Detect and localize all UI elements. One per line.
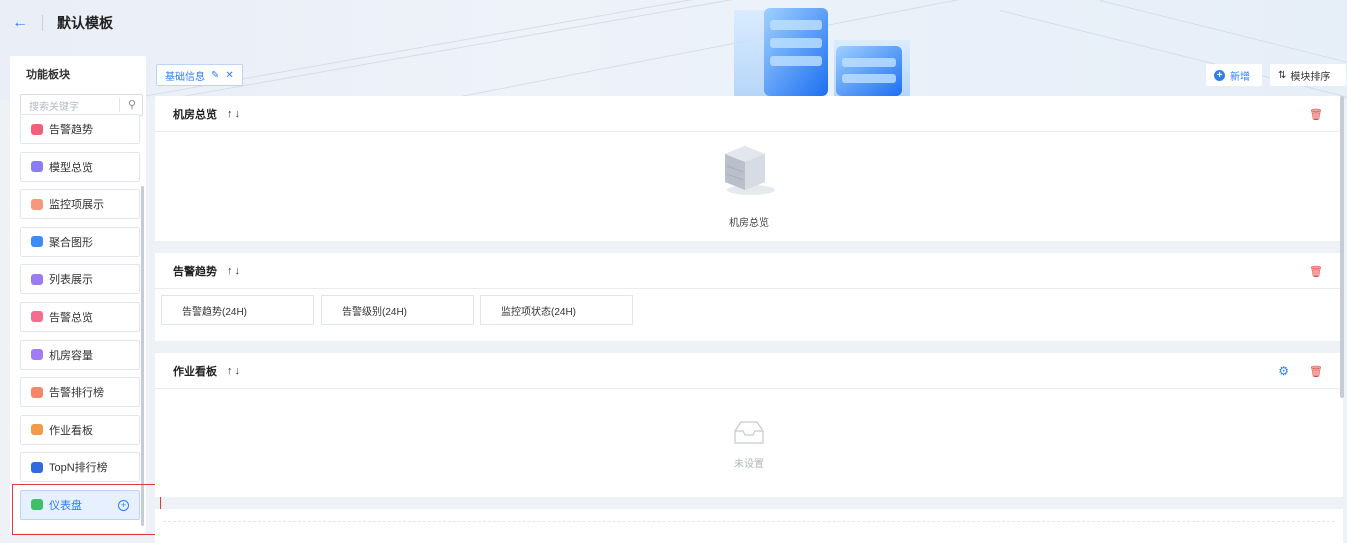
module-icon <box>31 386 43 398</box>
search-icon[interactable]: ⚲ <box>128 98 136 111</box>
module-label: 列表展示 <box>49 274 93 287</box>
module-list-scrollbar[interactable] <box>141 186 144 526</box>
move-arrows-icon[interactable]: ↑↓ <box>227 108 242 120</box>
module-panel: 功能板块 搜索关键字 ⚲ 告警趋势模型总览监控项展示聚合图形列表展示告警总览机房… <box>10 56 146 533</box>
module-item[interactable]: 机房容量 <box>20 339 140 370</box>
sort-button-label: 模块排序 <box>1290 71 1331 83</box>
module-panel-title: 功能板块 <box>26 69 70 81</box>
tab-base-info-label: 基础信息 <box>165 71 205 83</box>
module-item[interactable]: 告警排行榜 <box>20 377 140 408</box>
module-label: TopN排行榜 <box>49 462 108 475</box>
module-item[interactable]: 作业看板 <box>20 414 140 445</box>
module-icon <box>31 236 43 248</box>
module-label: 聚合图形 <box>49 236 93 249</box>
tile-alarm-trend[interactable]: 告警趋势(24H) <box>161 295 314 325</box>
add-button[interactable]: + 新增 <box>1206 64 1262 86</box>
module-label: 机房容量 <box>49 349 93 362</box>
module-icon <box>31 123 43 135</box>
highlight-annotation <box>12 484 161 535</box>
card-room-overview: 机房总览 ↑↓ 🗑 机房总览 <box>155 96 1343 241</box>
module-label: 告警趋势 <box>49 124 93 136</box>
drop-zone-divider <box>163 521 1335 522</box>
module-icon <box>31 198 43 210</box>
module-label: 模型总览 <box>49 161 93 174</box>
module-icon <box>31 161 43 173</box>
module-canvas: 机房总览 ↑↓ 🗑 机房总览 告警趋势 ↑↓ 🗑 告警趋势(24H) 告警级别(… <box>155 96 1343 543</box>
server-icon <box>725 146 775 195</box>
module-item[interactable]: 告警趋势 <box>20 114 140 144</box>
trash-icon[interactable]: 🗑 <box>1309 365 1323 378</box>
module-icon <box>31 273 43 285</box>
module-item[interactable]: TopN排行榜 <box>20 452 140 483</box>
empty-inbox-icon <box>734 421 764 444</box>
page-header: ← 默认模板 <box>0 0 420 46</box>
server-illustration <box>734 8 910 96</box>
card-title: 机房总览 <box>173 108 217 121</box>
module-icon <box>31 424 43 436</box>
card-caption: 机房总览 <box>729 218 769 229</box>
module-list: 告警趋势模型总览监控项展示聚合图形列表展示告警总览机房容量告警排行榜作业看板 To… <box>20 114 140 528</box>
search-input[interactable]: 搜索关键字 ⚲ <box>20 94 143 116</box>
pencil-icon[interactable]: ✎ <box>211 70 219 81</box>
card-drop-zone <box>155 509 1343 543</box>
module-item[interactable]: 聚合图形 <box>20 226 140 257</box>
card-body: 未设置 <box>155 389 1343 497</box>
module-item[interactable]: 列表展示 <box>20 264 140 295</box>
module-item[interactable]: 告警总览 <box>20 301 140 332</box>
module-label: 告警总览 <box>49 311 93 324</box>
search-placeholder: 搜索关键字 <box>29 101 79 113</box>
card-header: 机房总览 ↑↓ 🗑 <box>155 96 1343 132</box>
sort-icon: ⇅ <box>1278 69 1287 81</box>
module-label: 监控项展示 <box>49 199 104 212</box>
page-title: 默认模板 <box>57 15 113 31</box>
sort-modules-button[interactable]: ⇅ 模块排序 <box>1270 64 1346 86</box>
card-body: 机房总览 <box>155 132 1343 241</box>
module-label: 作业看板 <box>49 424 93 437</box>
close-icon[interactable]: ✕ <box>225 70 233 81</box>
module-icon <box>31 461 43 473</box>
tab-base-info[interactable]: 基础信息 ✎ ✕ <box>156 64 243 86</box>
gear-icon[interactable]: ⚙ <box>1278 364 1289 378</box>
card-header: 作业看板 ↑↓ ⚙ 🗑 <box>155 353 1343 389</box>
arrow-left-icon[interactable]: ← <box>12 14 34 32</box>
move-arrows-icon[interactable]: ↑↓ <box>227 365 242 377</box>
card-body: 告警趋势(24H) 告警级别(24H) 监控项状态(24H) <box>155 289 1343 341</box>
plus-circle-icon: + <box>1214 69 1225 81</box>
add-button-label: 新增 <box>1230 71 1250 83</box>
trash-icon[interactable]: 🗑 <box>1309 108 1323 121</box>
module-label: 告警排行榜 <box>49 387 104 400</box>
empty-caption: 未设置 <box>734 459 764 470</box>
module-item[interactable]: 模型总览 <box>20 151 140 182</box>
tile-alarm-level[interactable]: 告警级别(24H) <box>321 295 474 325</box>
module-item[interactable]: 监控项展示 <box>20 189 140 220</box>
trash-icon[interactable]: 🗑 <box>1309 265 1323 278</box>
card-title: 告警趋势 <box>173 265 217 278</box>
card-title: 作业看板 <box>173 365 217 378</box>
move-arrows-icon[interactable]: ↑↓ <box>227 265 242 277</box>
content-scrollbar[interactable] <box>1340 96 1344 398</box>
module-icon <box>31 349 43 361</box>
tile-monitor-status[interactable]: 监控项状态(24H) <box>480 295 633 325</box>
module-icon <box>31 311 43 323</box>
card-alarm-trend: 告警趋势 ↑↓ 🗑 告警趋势(24H) 告警级别(24H) 监控项状态(24H) <box>155 253 1343 341</box>
header-divider <box>42 15 43 31</box>
card-header: 告警趋势 ↑↓ 🗑 <box>155 253 1343 289</box>
card-job-board: 作业看板 ↑↓ ⚙ 🗑 未设置 <box>155 353 1343 497</box>
search-divider <box>119 98 120 112</box>
